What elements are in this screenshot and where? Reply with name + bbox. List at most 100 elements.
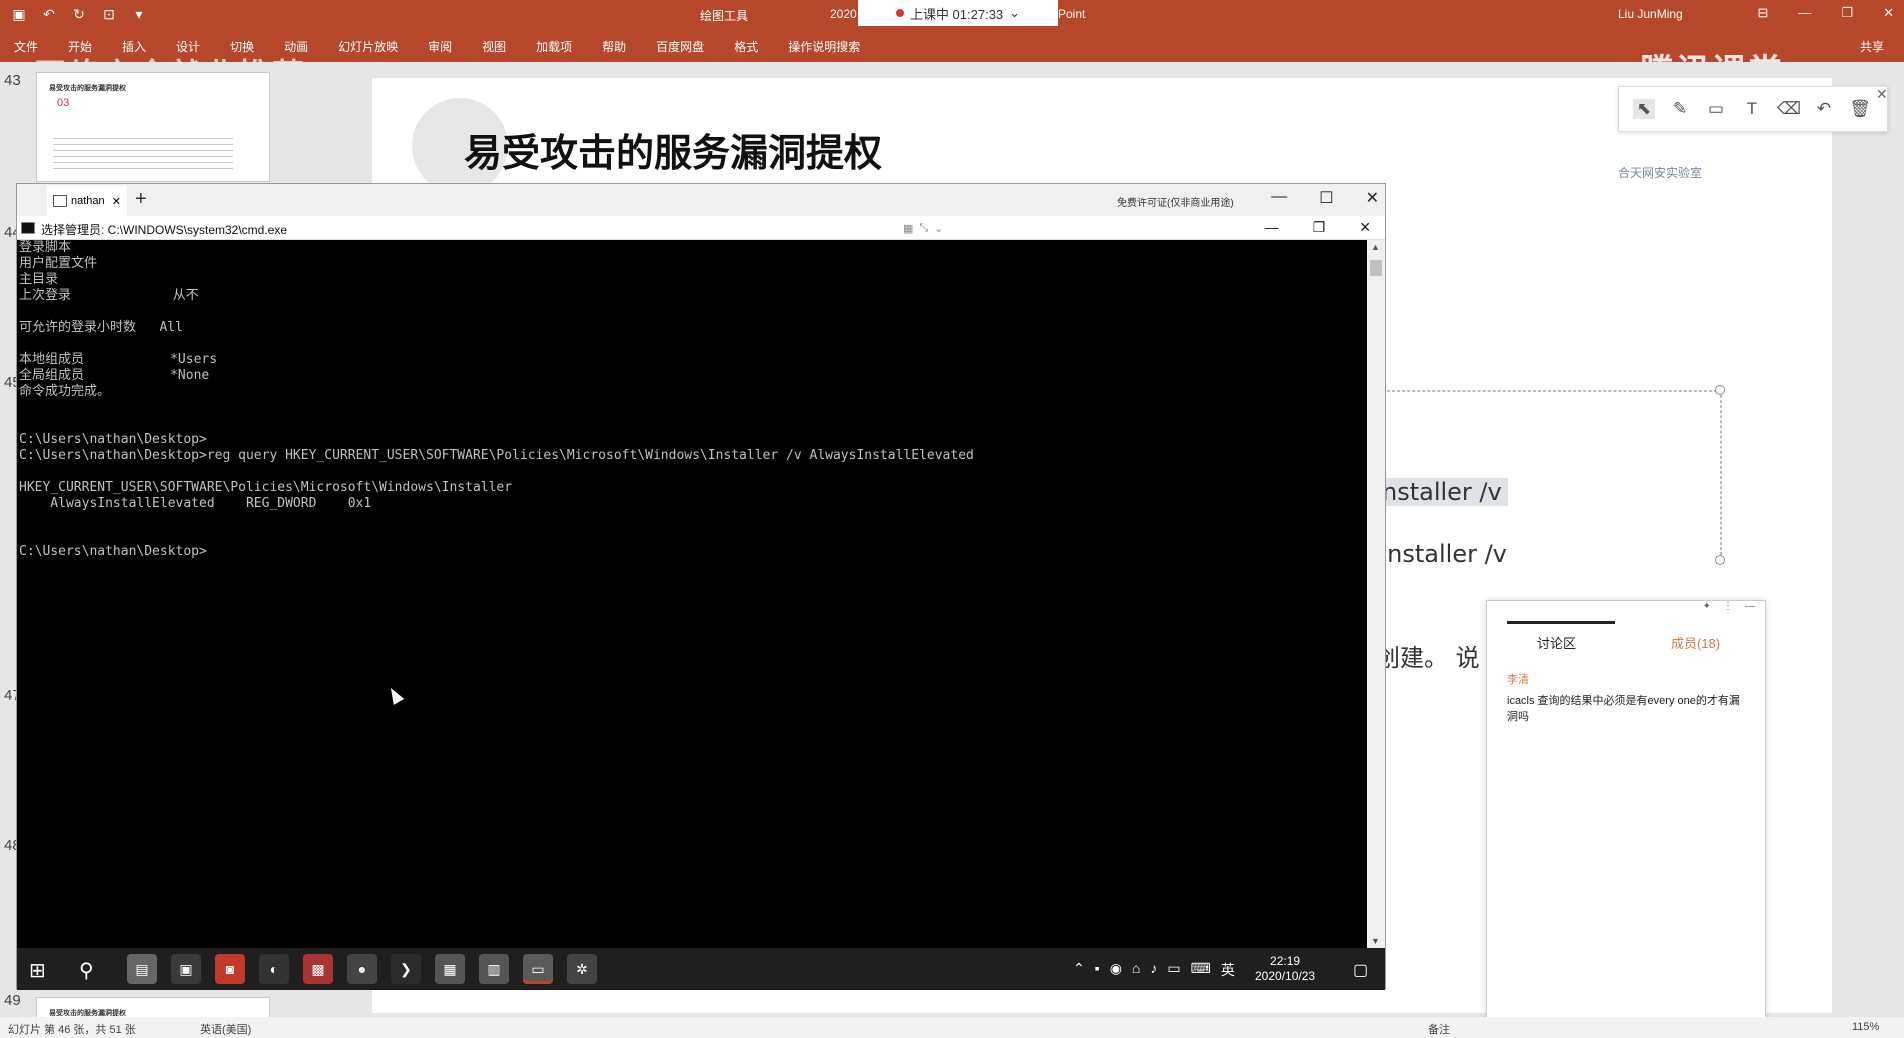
tab-discussion[interactable]: 讨论区 <box>1537 633 1576 652</box>
ribbon-tab[interactable]: 格式 <box>734 38 758 55</box>
terminal-icon <box>53 195 67 207</box>
minimize-icon[interactable]: — <box>1745 601 1755 619</box>
system-tray: ⌃ ▪ ◉ ⌂ ♪ ▭ ⌨ 英 <box>1073 960 1235 980</box>
powershell-icon[interactable]: ❯ <box>391 954 421 984</box>
save-icon[interactable]: ▣ <box>10 5 28 23</box>
ribbon-tab[interactable]: 视图 <box>482 38 506 55</box>
terminal-line: 本地组成员 *Users <box>19 352 218 367</box>
class-timer[interactable]: 上课中 01:27:33 ⌄ <box>858 0 1058 26</box>
windows-start-icon[interactable]: ⊞ <box>29 958 46 983</box>
terminal-line: 登录脚本 <box>19 240 72 255</box>
terminal-window: nathan ✕ + 免费许可证(仅非商业用途) — ☐ ✕ 选择管理员: C:… <box>16 183 1386 990</box>
scroll-down-icon[interactable]: ▼ <box>1371 936 1380 946</box>
slide-text[interactable]: \Installer /v <box>1372 540 1507 568</box>
powerpoint-icon[interactable]: ▩ <box>303 954 333 984</box>
restore-icon[interactable]: ❐ <box>1841 5 1853 21</box>
search-icon[interactable]: ⚲ <box>79 958 94 983</box>
customize-qat-icon[interactable]: ▾ <box>130 5 148 23</box>
battery-icon[interactable]: ▭ <box>1167 960 1180 980</box>
resize-icon[interactable]: ⤡ <box>919 222 928 235</box>
language-indicator[interactable]: 英语(美国) <box>200 1021 251 1037</box>
thumb-lines <box>53 133 233 173</box>
close-icon[interactable]: ✕ <box>1359 219 1371 236</box>
ribbon-display-icon[interactable]: ⊟ <box>1758 5 1769 21</box>
new-tab-button[interactable]: + <box>135 188 147 211</box>
pin-icon[interactable]: ✦ <box>1703 601 1711 619</box>
start-from-beginning-icon[interactable]: ⊡ <box>100 5 118 23</box>
undo-icon[interactable]: ↶ <box>1813 99 1835 119</box>
panel-controls: ✦ ⋮ — <box>1487 601 1765 619</box>
share-button[interactable]: 共享 <box>1860 38 1884 55</box>
ribbon-tab[interactable]: 百度网盘 <box>656 38 704 55</box>
terminal-line: 上次登录 从不 <box>19 288 199 303</box>
resize-handle[interactable] <box>1715 555 1725 565</box>
tool-icon[interactable]: ✲ <box>567 954 597 984</box>
text-icon[interactable]: T <box>1741 99 1763 119</box>
tab-members[interactable]: 成员(18) <box>1671 633 1720 652</box>
notes-button[interactable]: 备注 <box>1428 1021 1450 1037</box>
ime-indicator[interactable]: 英 <box>1221 960 1235 980</box>
terminal-tab[interactable]: nathan ✕ <box>47 186 127 216</box>
more-icon[interactable]: ⋮ <box>1723 601 1733 619</box>
eraser-icon[interactable]: ⌫ <box>1777 99 1801 119</box>
folder-icon[interactable]: ▥ <box>479 954 509 984</box>
trash-icon[interactable]: 🗑 <box>1849 99 1871 119</box>
keyboard-icon[interactable]: ⌨ <box>1191 960 1211 980</box>
close-icon[interactable]: ✕ <box>112 195 121 208</box>
slide-text[interactable]: nstaller /v <box>1376 478 1508 506</box>
cmd-taskbar-icon[interactable]: ▭ <box>523 954 553 984</box>
close-icon[interactable]: ✕ <box>1876 86 1888 103</box>
browser-icon[interactable]: ◐ <box>259 954 289 984</box>
file-explorer-icon[interactable]: ▤ <box>127 954 157 984</box>
volume-icon[interactable]: ♪ <box>1150 960 1157 980</box>
ribbon-tab[interactable]: 操作说明搜索 <box>788 38 860 55</box>
redo-icon[interactable]: ↻ <box>70 5 88 23</box>
restore-icon[interactable]: ❐ <box>1313 219 1326 236</box>
pointer-icon[interactable]: ⬉ <box>1633 99 1655 119</box>
close-icon[interactable]: ✕ <box>1366 188 1379 208</box>
ribbon-tab[interactable]: 加载项 <box>536 38 572 55</box>
slide-text[interactable]: 创建。 说 <box>1376 638 1480 673</box>
chevron-up-icon[interactable]: ⌃ <box>1073 960 1085 980</box>
shield-icon[interactable]: ◉ <box>1110 960 1122 980</box>
app-icon[interactable]: ◙ <box>215 954 245 984</box>
slide-thumbnail[interactable]: 易受攻击的服务漏洞提权 03 <box>36 72 270 182</box>
quick-access-toolbar: ▣ ↶ ↻ ⊡ ▾ <box>10 5 148 23</box>
slide-count: 幻灯片 第 46 张，共 51 张 <box>8 1024 136 1036</box>
slide-title[interactable]: 易受攻击的服务漏洞提权 <box>464 122 882 177</box>
notification-icon[interactable]: ▢ <box>1353 960 1368 980</box>
chevron-down-icon[interactable]: ⌄ <box>934 222 943 235</box>
minimize-icon[interactable]: — <box>1271 188 1287 208</box>
cmd-output[interactable]: 登录脚本 用户配置文件 主目录 上次登录 从不 可允许的登录小时数 All 本地组成员 *… <box>17 240 1367 948</box>
vm-icon[interactable]: ▦ <box>435 954 465 984</box>
scroll-up-icon[interactable]: ▲ <box>1371 242 1380 252</box>
tray-app-icon[interactable]: ▪ <box>1095 960 1100 980</box>
network-icon[interactable]: ⌂ <box>1132 960 1140 980</box>
user-name[interactable]: Liu JunMing <box>1618 7 1683 21</box>
zoom-level[interactable]: 115% <box>1852 1021 1879 1033</box>
undo-icon[interactable]: ↶ <box>40 5 58 23</box>
screenshot-tool-icon[interactable]: ▣ <box>171 954 201 984</box>
ribbon-tab[interactable]: 审阅 <box>428 38 452 55</box>
maximize-icon[interactable]: ☐ <box>1319 188 1333 208</box>
minimize-icon[interactable]: — <box>1798 5 1811 21</box>
connection-bar: ▦ ⤡ ⌄ <box>903 216 957 240</box>
ribbon-tab[interactable]: 幻灯片放映 <box>338 38 398 55</box>
chat-app-icon[interactable]: ● <box>347 954 377 984</box>
pin-icon[interactable]: ▦ <box>903 222 913 235</box>
terminal-line: 用户配置文件 <box>19 256 98 271</box>
close-icon[interactable]: ✕ <box>1883 5 1894 21</box>
cmd-scrollbar[interactable]: ▲ ▼ <box>1367 240 1385 948</box>
ribbon-tab[interactable]: 帮助 <box>602 38 626 55</box>
window-controls: — ☐ ✕ <box>1271 188 1379 208</box>
scroll-thumb[interactable] <box>1370 260 1382 276</box>
pen-icon[interactable]: ✎ <box>1669 99 1691 119</box>
system-clock[interactable]: 22:19 2020/10/23 <box>1255 954 1315 984</box>
chevron-down-icon[interactable]: ⌄ <box>1009 5 1020 21</box>
minimize-icon[interactable]: — <box>1265 219 1279 236</box>
resize-handle[interactable] <box>1715 385 1725 395</box>
rectangle-icon[interactable]: ▭ <box>1705 99 1727 119</box>
active-tab-indicator <box>1507 621 1615 624</box>
